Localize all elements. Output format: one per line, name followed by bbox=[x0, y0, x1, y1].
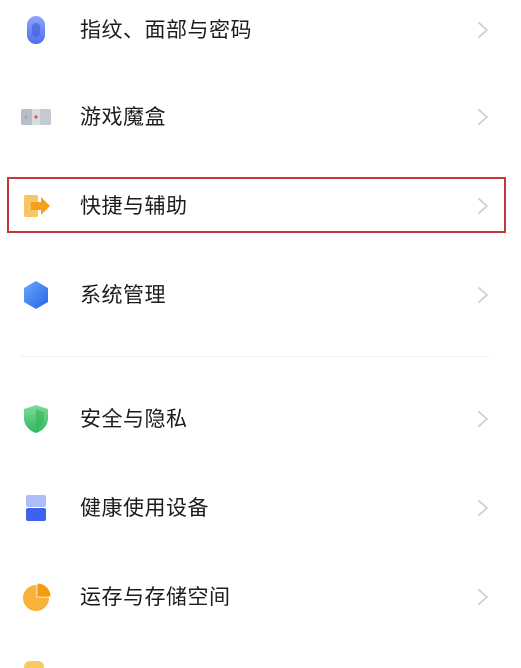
chevron-right-icon bbox=[478, 287, 488, 303]
chevron-right-icon bbox=[478, 411, 488, 427]
chevron-right-icon bbox=[478, 109, 488, 125]
settings-item-storage[interactable]: 运存与存储空间 bbox=[0, 567, 521, 627]
shield-icon bbox=[20, 403, 52, 435]
next-item-icon-partial bbox=[24, 661, 44, 668]
settings-item-fingerprint[interactable]: 指纹、面部与密码 bbox=[0, 0, 521, 60]
hexagon-system-icon bbox=[20, 279, 52, 311]
chevron-right-icon bbox=[478, 22, 488, 38]
settings-item-label: 运存与存储空间 bbox=[80, 584, 231, 609]
settings-item-system[interactable]: 系统管理 bbox=[0, 265, 521, 325]
section-divider bbox=[20, 356, 490, 357]
game-box-icon bbox=[20, 101, 52, 133]
hourglass-icon bbox=[20, 492, 52, 524]
settings-screen: 指纹、面部与密码 游戏魔盒 快捷与辅助 系统管理 安全与隐私 健康使用设备 运存… bbox=[0, 0, 521, 668]
selection-highlight-box bbox=[7, 177, 506, 233]
pie-chart-icon bbox=[20, 581, 52, 613]
settings-item-label: 指纹、面部与密码 bbox=[80, 17, 252, 42]
settings-item-label: 系统管理 bbox=[80, 282, 166, 307]
settings-item-label: 健康使用设备 bbox=[80, 495, 209, 520]
settings-item-game-box[interactable]: 游戏魔盒 bbox=[0, 87, 521, 147]
chevron-right-icon bbox=[478, 589, 488, 605]
fingerprint-icon bbox=[20, 14, 52, 46]
chevron-right-icon bbox=[478, 500, 488, 516]
settings-item-security[interactable]: 安全与隐私 bbox=[0, 389, 521, 449]
settings-item-label: 安全与隐私 bbox=[80, 406, 188, 431]
settings-item-health[interactable]: 健康使用设备 bbox=[0, 478, 521, 538]
settings-item-label: 游戏魔盒 bbox=[80, 104, 166, 129]
